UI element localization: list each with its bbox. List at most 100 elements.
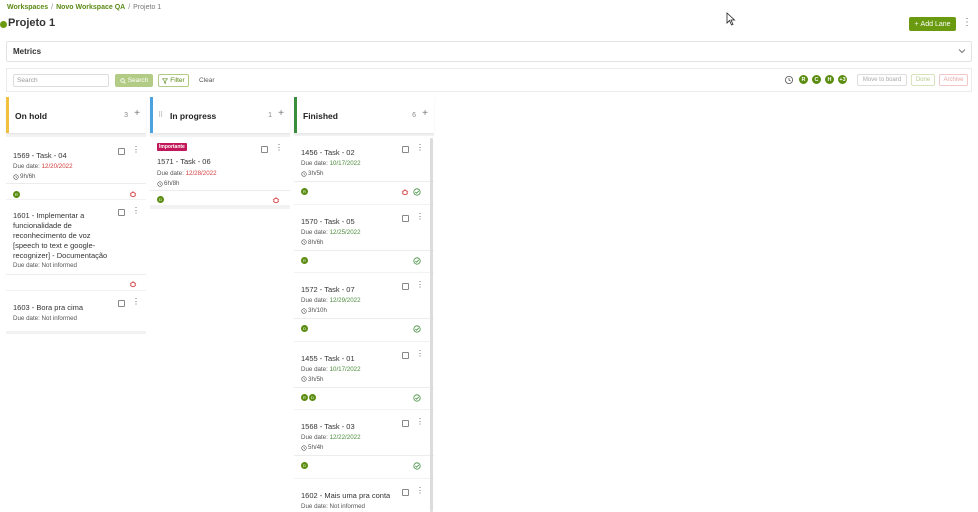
card-menu-icon[interactable]: ⋮	[416, 486, 424, 495]
lane-count: 3	[124, 112, 128, 119]
task-card[interactable]: Importante ⋮ 1571 - Task - 06 Due date: …	[150, 137, 290, 205]
assignee-avatar[interactable]: R	[13, 191, 20, 198]
chevron-down-icon[interactable]	[957, 46, 967, 56]
clock-icon	[13, 173, 19, 180]
more-members-avatar[interactable]: +3	[837, 74, 848, 85]
card-title: 1570 - Task - 05	[301, 216, 355, 226]
task-card[interactable]: ⋮ 1456 - Task - 02 Due date: 10/17/2022 …	[294, 136, 434, 204]
search-input[interactable]	[13, 74, 109, 87]
task-card[interactable]: ⋮ 1570 - Task - 05 Due date: 12/25/2022 …	[294, 204, 434, 272]
card-menu-icon[interactable]: ⋮	[416, 144, 424, 152]
lane-scrollbar[interactable]	[430, 138, 433, 512]
card-title: 1603 - Bora pra cima	[13, 303, 84, 312]
board-toolbar: Search Filter Clear R C H +3 Move to boa…	[6, 68, 972, 92]
add-lane-button[interactable]: + Add Lane	[909, 17, 956, 31]
lane-finished: Finished 6 + ⋮ 1456 - Task - 02 Due date…	[294, 97, 434, 512]
card-checkbox[interactable]	[118, 300, 125, 307]
breadcrumb-workspace[interactable]: Novo Workspace QA	[56, 4, 125, 11]
assignee-avatar[interactable]: D	[157, 196, 164, 203]
card-checkbox[interactable]	[261, 146, 268, 153]
due-value: 10/17/2022	[329, 365, 361, 373]
check-circle-icon	[413, 188, 421, 196]
avatar[interactable]: C	[811, 74, 822, 85]
card-menu-icon[interactable]: ⋮	[416, 418, 424, 426]
due-value: 12/20/2022	[41, 163, 73, 170]
breadcrumb-separator: /	[51, 4, 54, 11]
breadcrumb-current: Projeto 1	[133, 4, 162, 11]
assignee-avatar[interactable]: R	[301, 256, 308, 264]
assignee-avatar[interactable]: R	[301, 188, 308, 195]
task-card[interactable]: ⋮ 1572 - Task - 07 Due date: 12/29/2022 …	[294, 273, 434, 341]
card-title: 1601 - Implementar a funcionalidade de r…	[13, 211, 107, 261]
card-due-date: Due date: 12/29/2022	[301, 297, 361, 304]
time-value: 6h/8h	[164, 180, 180, 187]
card-divider	[294, 181, 434, 182]
drag-handle-icon[interactable]: ⠿	[158, 111, 163, 119]
lane-header[interactable]: On hold 3 +	[6, 97, 146, 133]
check-circle-icon	[413, 325, 421, 333]
card-menu-icon[interactable]: ⋮	[275, 144, 283, 152]
due-prefix: Due date:	[301, 297, 330, 304]
card-menu-icon[interactable]: ⋮	[416, 349, 424, 358]
card-checkbox[interactable]	[402, 146, 409, 153]
search-icon	[119, 77, 126, 84]
card-time: 3h/5h	[301, 376, 323, 383]
task-card[interactable]: ⋮ 1601 - Implementar a funcionalidade de…	[6, 200, 146, 290]
card-menu-icon[interactable]: ⋮	[416, 281, 424, 289]
check-circle-icon	[413, 393, 421, 402]
card-title-line: 1601 - Implementar a	[13, 211, 85, 220]
avatar[interactable]: R	[798, 74, 809, 85]
filter-button[interactable]: Filter	[158, 74, 189, 87]
card-menu-icon[interactable]: ⋮	[132, 298, 140, 306]
task-card[interactable]: ⋮ 1568 - Task - 03 Due date: 12/22/2022 …	[294, 410, 434, 478]
lane-header[interactable]: ⠿ In progress 1 +	[150, 97, 290, 133]
archive-button[interactable]: Archive	[939, 74, 968, 86]
done-button[interactable]: Done	[911, 74, 935, 86]
card-divider	[294, 386, 434, 388]
sidebar-collapse-button[interactable]	[0, 21, 7, 28]
breadcrumb: Workspaces / Novo Workspace QA / Projeto 1	[7, 4, 161, 11]
move-to-board-button[interactable]: Move to board	[857, 74, 907, 86]
task-card[interactable]: ⋮ 1455 - Task - 01 Due date: 10/17/2022 …	[294, 341, 434, 409]
card-checkbox[interactable]	[402, 214, 409, 222]
assignee-avatar[interactable]: D	[309, 393, 316, 401]
task-card[interactable]: ⋮ 1569 - Task - 04 Due date: 12/20/2022 …	[6, 137, 146, 199]
breadcrumb-separator: /	[128, 4, 131, 11]
clear-button[interactable]: Clear	[199, 77, 215, 84]
lane-title: Finished	[303, 111, 338, 121]
task-card[interactable]: ⋮ 1603 - Bora pra cima Due date: Not inf…	[6, 291, 146, 331]
lane-title: On hold	[15, 111, 48, 121]
card-title: 1571 - Task - 06	[157, 157, 211, 166]
breadcrumb-workspaces[interactable]: Workspaces	[7, 4, 48, 11]
due-value: 10/17/2022	[329, 160, 361, 167]
card-checkbox[interactable]	[118, 209, 125, 216]
search-button[interactable]: Search	[115, 74, 153, 87]
card-title-line: funcionalidade de	[13, 221, 72, 230]
add-card-icon[interactable]: +	[134, 109, 140, 119]
lane-count: 1	[268, 112, 272, 119]
add-card-icon[interactable]: +	[278, 109, 284, 119]
card-time: 3h/5h	[301, 170, 323, 177]
clock-icon[interactable]	[784, 75, 794, 85]
assignee-avatar[interactable]: D	[301, 462, 308, 469]
card-checkbox[interactable]	[402, 351, 409, 359]
card-menu-icon[interactable]: ⋮	[416, 212, 424, 221]
clock-icon	[301, 376, 307, 382]
due-prefix: Due date:	[13, 163, 42, 170]
metrics-panel[interactable]: Metrics	[6, 41, 972, 62]
lane-count: 6	[412, 112, 416, 119]
add-card-icon[interactable]: +	[422, 109, 428, 119]
card-checkbox[interactable]	[118, 148, 125, 155]
lane-header[interactable]: Finished 6 +	[294, 97, 434, 133]
avatar[interactable]: H	[824, 74, 835, 85]
card-checkbox[interactable]	[402, 420, 409, 427]
more-options-icon[interactable]: ⋮	[962, 18, 972, 28]
task-card[interactable]: ⋮ 1602 - Mais uma pra conta Due date: No…	[294, 478, 434, 512]
card-menu-icon[interactable]: ⋮	[132, 146, 140, 154]
assignee-avatar[interactable]: D	[301, 325, 308, 332]
assignee-avatar[interactable]: R	[301, 393, 308, 401]
card-title: 1572 - Task - 07	[301, 285, 355, 294]
card-checkbox[interactable]	[402, 283, 409, 290]
card-menu-icon[interactable]: ⋮	[132, 207, 140, 215]
card-checkbox[interactable]	[402, 488, 409, 496]
